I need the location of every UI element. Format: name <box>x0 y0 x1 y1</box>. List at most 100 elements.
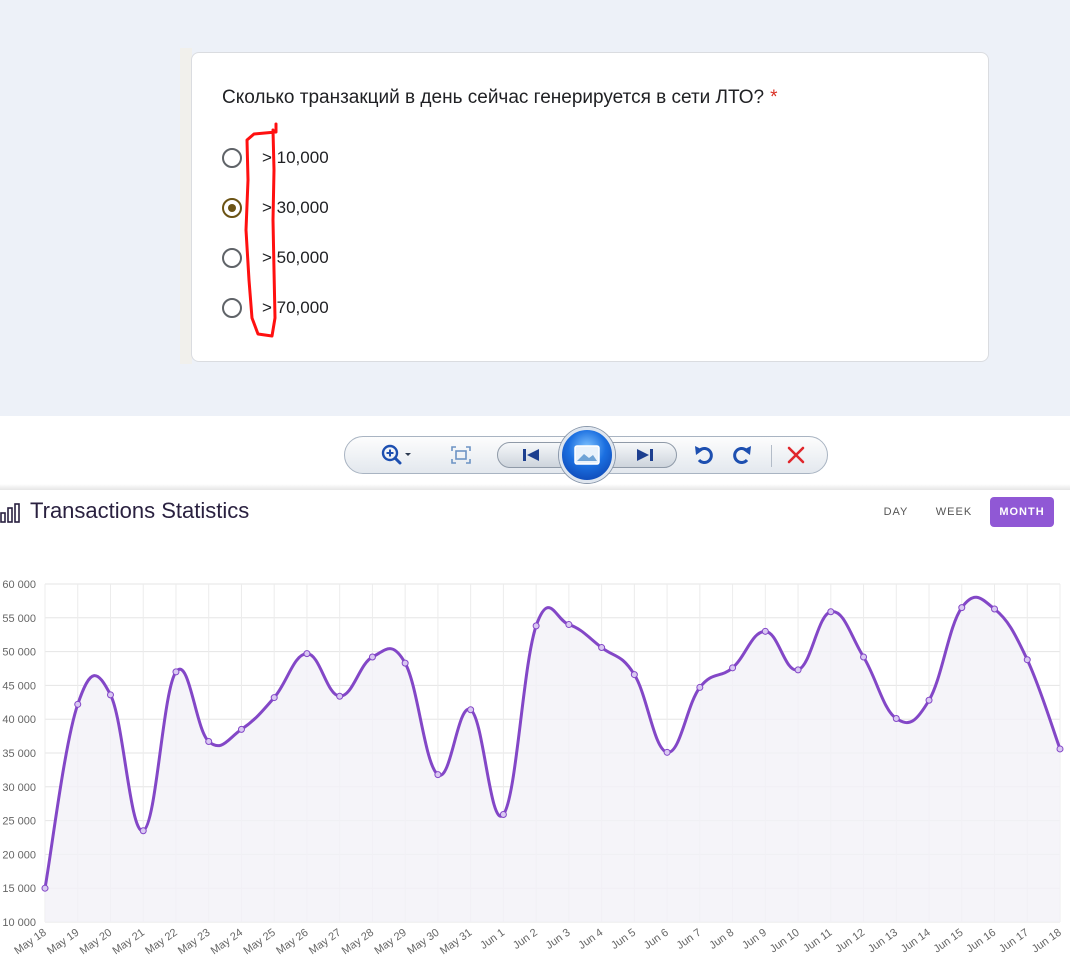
data-point <box>237 725 245 733</box>
data-point <box>860 653 868 661</box>
y-tick-label: 35 000 <box>2 748 36 760</box>
data-point <box>532 622 540 630</box>
data-point <box>1056 745 1064 753</box>
data-point <box>106 691 114 699</box>
period-week-button[interactable]: WEEK <box>928 497 980 527</box>
data-point <box>958 604 966 612</box>
fit-window-icon[interactable] <box>445 437 477 473</box>
x-tick-label: Jun 3 <box>544 927 573 952</box>
x-tick-label: Jun 8 <box>707 927 736 952</box>
data-point <box>991 605 999 613</box>
previous-icon[interactable] <box>511 437 551 473</box>
required-mark: * <box>770 87 778 108</box>
data-point <box>74 700 82 708</box>
x-tick-label: Jun 17 <box>997 927 1031 956</box>
y-tick-label: 60 000 <box>2 579 36 591</box>
toolbar-separator <box>771 445 772 467</box>
x-tick-label: May 22 <box>143 927 179 958</box>
x-tick-label: Jun 13 <box>866 927 900 956</box>
x-tick-label: May 21 <box>111 927 147 958</box>
y-tick-label: 10 000 <box>2 917 36 929</box>
x-tick-label: Jun 2 <box>511 927 540 952</box>
data-point <box>499 811 507 819</box>
y-tick-label: 50 000 <box>2 647 36 659</box>
data-point <box>139 827 147 835</box>
y-tick-label: 20 000 <box>2 849 36 861</box>
option-10000[interactable]: > 10,000 <box>222 143 329 173</box>
x-tick-label: Jun 5 <box>609 927 638 952</box>
period-month-button[interactable]: MONTH <box>990 497 1054 527</box>
x-tick-label: May 23 <box>176 927 212 958</box>
option-30000[interactable]: > 30,000 <box>222 193 329 223</box>
x-tick-label: May 25 <box>241 927 277 958</box>
y-tick-label: 40 000 <box>2 714 36 726</box>
y-tick-label: 55 000 <box>2 613 36 625</box>
radio-button-selected[interactable] <box>222 198 242 218</box>
data-point <box>303 650 311 658</box>
x-tick-label: May 26 <box>274 927 310 958</box>
slideshow-icon[interactable] <box>559 427 615 483</box>
y-tick-label: 30 000 <box>2 782 36 794</box>
chart-area-fill <box>45 597 1060 922</box>
y-tick-label: 15 000 <box>2 883 36 895</box>
rotate-left-icon[interactable] <box>689 437 719 473</box>
data-point <box>1023 656 1031 664</box>
x-tick-label: May 28 <box>340 927 376 958</box>
stats-title: Transactions Statistics <box>30 498 250 523</box>
option-50000[interactable]: > 50,000 <box>222 243 329 273</box>
y-tick-label: 25 000 <box>2 816 36 828</box>
data-point <box>41 884 49 892</box>
data-point <box>368 653 376 661</box>
data-point <box>401 659 409 667</box>
question-text: Сколько транзакций в день сейчас генерир… <box>222 87 765 108</box>
data-point <box>270 694 278 702</box>
radio-button[interactable] <box>222 148 242 168</box>
transactions-chart: 10 000 15 000 20 000 25 000 30 000 35 000 40 0… <box>2 579 1064 958</box>
data-point <box>205 738 213 746</box>
option-label: > 30,000 <box>262 198 329 217</box>
x-tick-label: May 20 <box>78 927 114 958</box>
data-point <box>729 664 737 672</box>
rotate-right-icon[interactable] <box>727 437 757 473</box>
x-tick-label: Jun 9 <box>740 927 769 952</box>
x-tick-label: Jun 1 <box>478 927 507 952</box>
viewer-toolbar <box>344 427 828 483</box>
data-point <box>761 627 769 635</box>
data-point <box>696 683 704 691</box>
x-tick-label: Jun 11 <box>801 927 834 955</box>
x-tick-label: May 19 <box>45 927 81 958</box>
data-point <box>598 644 606 652</box>
y-tick-label: 45 000 <box>2 680 36 692</box>
x-tick-label: Jun 12 <box>833 927 867 956</box>
x-tick-label: Jun 6 <box>642 927 671 952</box>
x-tick-label: May 30 <box>405 927 441 958</box>
radio-button[interactable] <box>222 298 242 318</box>
data-point <box>663 748 671 756</box>
x-tick-label: May 27 <box>307 927 343 958</box>
data-point <box>827 608 835 616</box>
zoom-icon[interactable] <box>375 437 419 473</box>
delete-icon[interactable] <box>781 437 811 473</box>
data-point <box>630 671 638 679</box>
x-tick-label: May 18 <box>12 927 48 958</box>
x-tick-label: Jun 14 <box>899 927 933 956</box>
data-point <box>794 666 802 674</box>
x-tick-label: May 24 <box>209 927 245 958</box>
data-point <box>892 715 900 723</box>
option-label: > 50,000 <box>262 248 329 267</box>
data-point <box>925 696 933 704</box>
x-tick-label: Jun 4 <box>576 927 605 952</box>
x-tick-label: Jun 15 <box>932 927 966 956</box>
next-icon[interactable] <box>625 437 665 473</box>
question-card: Сколько транзакций в день сейчас генерир… <box>191 52 989 362</box>
option-label: > 10,000 <box>262 148 329 167</box>
x-tick-label: May 31 <box>438 927 474 958</box>
x-tick-label: Jun 10 <box>768 927 802 956</box>
period-day-button[interactable]: DAY <box>876 497 916 527</box>
option-70000[interactable]: > 70,000 <box>222 293 329 323</box>
data-point <box>336 692 344 700</box>
radio-button[interactable] <box>222 248 242 268</box>
bar-chart-icon <box>0 503 20 523</box>
data-point <box>467 706 475 714</box>
option-label: > 70,000 <box>262 298 329 317</box>
